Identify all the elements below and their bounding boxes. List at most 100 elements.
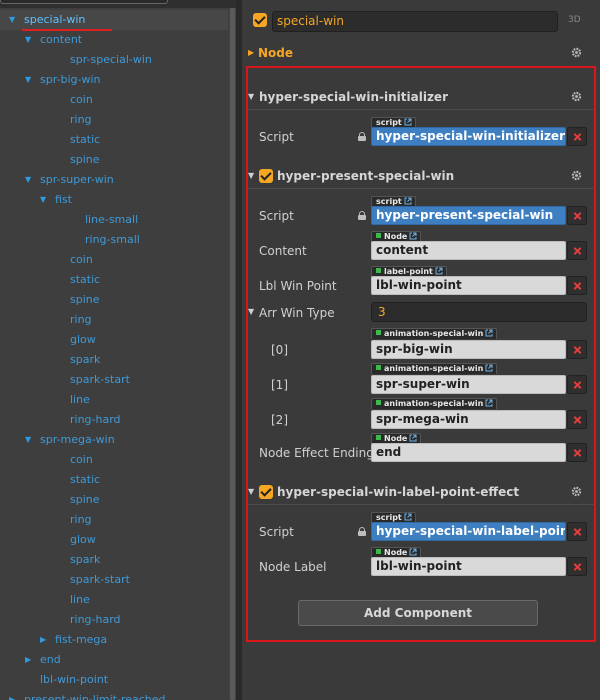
clear-ref-button[interactable] [567, 443, 587, 462]
expand-down-icon[interactable]: ▼ [25, 430, 31, 450]
expand-down-icon[interactable]: ▼ [25, 70, 31, 90]
lock-icon [358, 211, 366, 220]
prop-label-content: Content [259, 244, 307, 258]
add-component-button[interactable]: Add Component [298, 600, 538, 626]
tree-node[interactable]: spine [0, 150, 228, 170]
tree-node[interactable]: ring-small [0, 230, 228, 250]
tree-node[interactable]: lbl-win-point [0, 670, 228, 690]
component-header-initializer[interactable]: ▼ hyper-special-win-initializer [242, 86, 600, 108]
array-item-ref-field[interactable]: spr-mega-win [371, 410, 566, 429]
tree-node[interactable]: ring [0, 510, 228, 530]
clear-ref-button[interactable] [567, 206, 587, 225]
external-link-icon [404, 513, 412, 521]
collapse-down-icon: ▼ [248, 487, 255, 496]
component-header-label-point-effect[interactable]: ▼ hyper-special-win-label-point-effect [242, 481, 600, 503]
node-active-checkbox[interactable] [253, 13, 267, 27]
tree-node[interactable]: ▼ spr-mega-win [0, 430, 228, 450]
expand-right-icon[interactable]: ▶ [9, 690, 15, 700]
lbl-win-point-ref-field[interactable]: lbl-win-point [371, 276, 566, 295]
tree-node[interactable]: spark [0, 350, 228, 370]
expand-down-icon[interactable]: ▼ [9, 10, 15, 30]
type-tag: animation-special-win [371, 363, 498, 374]
tree-node[interactable]: spine [0, 290, 228, 310]
clear-ref-button[interactable] [567, 340, 587, 359]
scrollbar-thumb[interactable] [230, 8, 235, 700]
tree-node[interactable]: line [0, 390, 228, 410]
tree-node[interactable]: spark-start [0, 570, 228, 590]
tree-node[interactable]: ▼ special-win [0, 10, 228, 30]
tree-node[interactable]: line [0, 590, 228, 610]
hierarchy-search-input[interactable] [0, 0, 168, 4]
tree-node-label: coin [70, 453, 93, 466]
collapse-down-icon: ▼ [248, 92, 255, 101]
clear-ref-button[interactable] [567, 522, 587, 541]
tree-node[interactable]: glow [0, 530, 228, 550]
node-name-input[interactable]: special-win [272, 11, 558, 32]
array-item-ref-field[interactable]: spr-big-win [371, 340, 566, 359]
tree-node[interactable]: ▶ fist-mega [0, 630, 228, 650]
expand-down-icon[interactable]: ▼ [25, 170, 31, 190]
array-item-ref-field[interactable]: spr-super-win [371, 375, 566, 394]
selection-underline-annotation [22, 29, 112, 31]
gear-icon[interactable] [571, 91, 582, 102]
tree-node[interactable]: glow [0, 330, 228, 350]
tree-node[interactable]: static [0, 130, 228, 150]
3d-toggle[interactable]: 3D [568, 15, 581, 25]
tree-node[interactable]: spark [0, 550, 228, 570]
tree-node-label: content [40, 33, 83, 46]
component-header-present[interactable]: ▼ hyper-present-special-win [242, 165, 600, 187]
tree-node[interactable]: ▼ content [0, 30, 228, 50]
expand-down-icon[interactable]: ▼ [25, 30, 31, 50]
expand-right-icon[interactable]: ▶ [25, 650, 31, 670]
clear-ref-button[interactable] [567, 557, 587, 576]
tree-node[interactable]: coin [0, 250, 228, 270]
node-effect-ref-field[interactable]: end [371, 443, 566, 462]
tree-node[interactable]: ring [0, 110, 228, 130]
array-size-input[interactable]: 3 [371, 302, 587, 322]
tree-node[interactable]: ring [0, 310, 228, 330]
script-ref-field[interactable]: hyper-special-win-label-point-... [371, 522, 566, 541]
clear-ref-button[interactable] [567, 127, 587, 146]
content-ref-field[interactable]: content [371, 241, 566, 260]
expand-right-icon[interactable]: ▶ [40, 630, 46, 650]
node-section-header[interactable]: ▶ Node [242, 42, 600, 64]
clear-ref-button[interactable] [567, 410, 587, 429]
component-enabled-checkbox[interactable] [259, 169, 273, 183]
component-title: hyper-special-win-label-point-effect [277, 485, 520, 499]
tree-node[interactable]: ring-hard [0, 410, 228, 430]
script-ref-field[interactable]: hyper-special-win-initializer [371, 127, 566, 146]
collapse-right-icon: ▶ [248, 48, 255, 57]
clear-ref-button[interactable] [567, 276, 587, 295]
tree-node[interactable]: spr-special-win [0, 50, 228, 70]
hierarchy-panel: ▼ special-win ▼ content spr-special-win ▼ spr-… [0, 0, 236, 700]
tree-node[interactable]: ▼ spr-super-win [0, 170, 228, 190]
clear-ref-button[interactable] [567, 241, 587, 260]
hierarchy-scrollbar[interactable] [229, 8, 236, 700]
tree-node[interactable]: static [0, 270, 228, 290]
array-index-label: [1] [271, 378, 288, 392]
tree-node[interactable]: spark-start [0, 370, 228, 390]
tree-node[interactable]: ▶ present-win-limit-reached [0, 690, 228, 700]
tree-node-label: spark-start [70, 373, 130, 386]
gear-icon[interactable] [571, 170, 582, 181]
gear-icon[interactable] [571, 486, 582, 497]
tree-node[interactable]: static [0, 470, 228, 490]
tree-node[interactable]: coin [0, 450, 228, 470]
tree-node[interactable]: spine [0, 490, 228, 510]
tree-node[interactable]: ▼ spr-big-win [0, 70, 228, 90]
component-enabled-checkbox[interactable] [259, 485, 273, 499]
lock-icon [358, 132, 366, 141]
collapse-down-icon[interactable]: ▼ [248, 307, 254, 316]
external-link-icon [485, 399, 493, 407]
tree-node[interactable]: ▶ end [0, 650, 228, 670]
tree-node[interactable]: ring-hard [0, 610, 228, 630]
gear-icon[interactable] [571, 47, 582, 58]
external-link-icon [409, 232, 417, 240]
clear-ref-button[interactable] [567, 375, 587, 394]
expand-down-icon[interactable]: ▼ [40, 190, 46, 210]
script-ref-field[interactable]: hyper-present-special-win [371, 206, 566, 225]
tree-node[interactable]: line-small [0, 210, 228, 230]
tree-node[interactable]: ▼ fist [0, 190, 228, 210]
node-label-ref-field[interactable]: lbl-win-point [371, 557, 566, 576]
tree-node[interactable]: coin [0, 90, 228, 110]
